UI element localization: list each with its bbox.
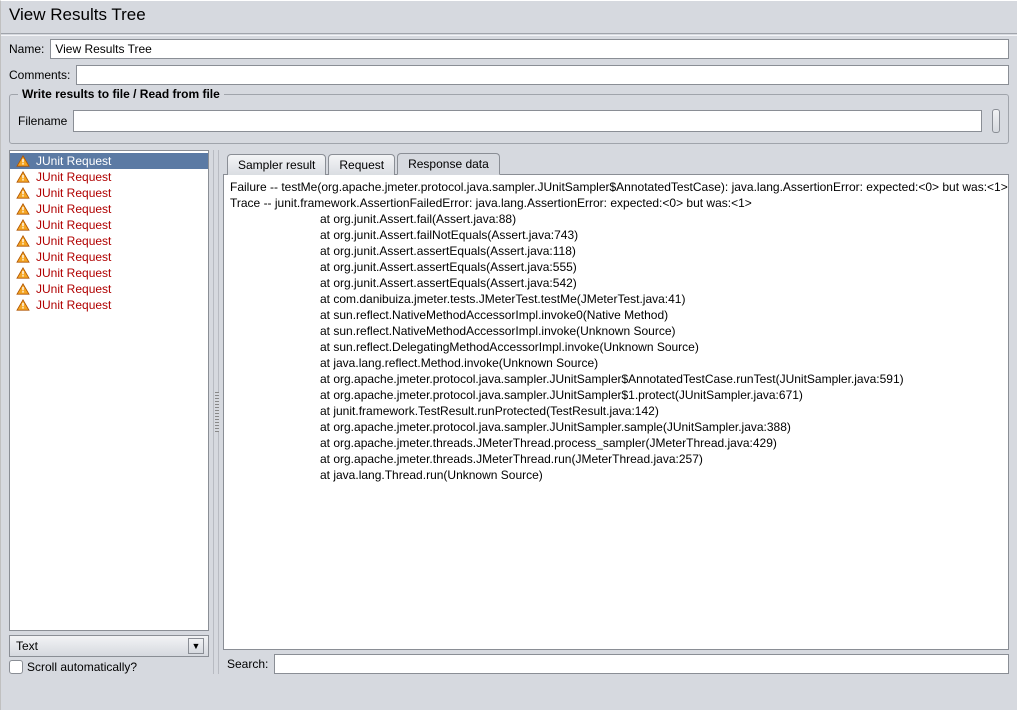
chevron-down-icon: ▼ — [188, 638, 204, 654]
name-input[interactable] — [50, 39, 1009, 59]
comments-input[interactable] — [76, 65, 1009, 85]
stack-trace-line: at org.junit.Assert.fail(Assert.java:88) — [230, 211, 1002, 227]
tree-item-label: JUnit Request — [36, 154, 111, 168]
scroll-auto-row[interactable]: Scroll automatically? — [9, 660, 209, 674]
tab-request[interactable]: Request — [328, 154, 395, 175]
renderer-combo[interactable]: Text ▼ — [9, 635, 209, 657]
tree-item-label: JUnit Request — [36, 186, 111, 200]
tree-item[interactable]: JUnit Request — [10, 281, 208, 297]
tree-item[interactable]: JUnit Request — [10, 249, 208, 265]
tree-item[interactable]: JUnit Request — [10, 201, 208, 217]
name-label: Name: — [9, 42, 44, 56]
stack-trace-line: at sun.reflect.NativeMethodAccessorImpl.… — [230, 307, 1002, 323]
comments-label: Comments: — [9, 68, 70, 82]
warning-icon — [16, 235, 30, 247]
results-tree[interactable]: JUnit Request JUnit Request JUnit Request J… — [9, 150, 209, 631]
file-section-legend: Write results to file / Read from file — [18, 87, 224, 101]
warning-icon — [16, 203, 30, 215]
renderer-value: Text — [16, 639, 38, 653]
warning-icon — [16, 171, 30, 183]
tree-item[interactable]: JUnit Request — [10, 265, 208, 281]
stack-trace-line: at org.apache.jmeter.protocol.java.sampl… — [230, 371, 1002, 387]
warning-icon — [16, 251, 30, 263]
stack-trace-line: at junit.framework.TestResult.runProtect… — [230, 403, 1002, 419]
search-input[interactable] — [274, 654, 1009, 674]
tree-item-label: JUnit Request — [36, 298, 111, 312]
tree-item-label: JUnit Request — [36, 202, 111, 216]
tree-item[interactable]: JUnit Request — [10, 169, 208, 185]
tab-response-data[interactable]: Response data — [397, 153, 500, 175]
browse-button[interactable] — [992, 109, 1000, 133]
result-tabs: Sampler resultRequestResponse data — [223, 150, 1009, 174]
stack-trace-line: at org.junit.Assert.assertEquals(Assert.… — [230, 243, 1002, 259]
filename-label: Filename — [18, 114, 67, 128]
warning-icon — [16, 155, 30, 167]
file-section: Write results to file / Read from file F… — [9, 94, 1009, 144]
tree-item-label: JUnit Request — [36, 266, 111, 280]
stack-trace-line: at org.junit.Assert.assertEquals(Assert.… — [230, 275, 1002, 291]
stack-trace-line: at org.apache.jmeter.threads.JMeterThrea… — [230, 451, 1002, 467]
stack-trace-line: at org.apache.jmeter.protocol.java.sampl… — [230, 419, 1002, 435]
stack-trace-line: at org.junit.Assert.failNotEquals(Assert… — [230, 227, 1002, 243]
tree-item[interactable]: JUnit Request — [10, 153, 208, 169]
name-row: Name: — [1, 36, 1017, 62]
stack-trace-line: at org.apache.jmeter.protocol.java.sampl… — [230, 387, 1002, 403]
stack-trace-line: at java.lang.reflect.Method.invoke(Unkno… — [230, 355, 1002, 371]
stack-trace-line: at java.lang.Thread.run(Unknown Source) — [230, 467, 1002, 483]
warning-icon — [16, 283, 30, 295]
tab-sampler-result[interactable]: Sampler result — [227, 154, 326, 175]
stack-trace-line: at sun.reflect.NativeMethodAccessorImpl.… — [230, 323, 1002, 339]
warning-icon — [16, 219, 30, 231]
response-data-body[interactable]: Failure -- testMe(org.apache.jmeter.prot… — [223, 174, 1009, 650]
tree-item-label: JUnit Request — [36, 218, 111, 232]
response-line: Trace -- junit.framework.AssertionFailed… — [230, 195, 1002, 211]
stack-trace-line: at sun.reflect.DelegatingMethodAccessorI… — [230, 339, 1002, 355]
tree-item-label: JUnit Request — [36, 234, 111, 248]
comments-row: Comments: — [1, 62, 1017, 88]
tree-item[interactable]: JUnit Request — [10, 297, 208, 313]
tree-item-label: JUnit Request — [36, 170, 111, 184]
tree-item[interactable]: JUnit Request — [10, 185, 208, 201]
warning-icon — [16, 267, 30, 279]
stack-trace-line: at org.apache.jmeter.threads.JMeterThrea… — [230, 435, 1002, 451]
scroll-auto-label: Scroll automatically? — [27, 660, 137, 674]
view-results-tree-panel: View Results Tree Name: Comments: Write … — [0, 0, 1017, 710]
filename-input[interactable] — [73, 110, 982, 132]
tree-item[interactable]: JUnit Request — [10, 217, 208, 233]
tree-item[interactable]: JUnit Request — [10, 233, 208, 249]
tree-item-label: JUnit Request — [36, 282, 111, 296]
scroll-auto-checkbox[interactable] — [9, 660, 23, 674]
stack-trace-line: at org.junit.Assert.assertEquals(Assert.… — [230, 259, 1002, 275]
stack-trace-line: at com.danibuiza.jmeter.tests.JMeterTest… — [230, 291, 1002, 307]
tree-item-label: JUnit Request — [36, 250, 111, 264]
splitter[interactable] — [213, 150, 219, 674]
panel-title: View Results Tree — [1, 1, 1017, 34]
warning-icon — [16, 187, 30, 199]
search-label: Search: — [227, 657, 268, 671]
warning-icon — [16, 299, 30, 311]
response-line: Failure -- testMe(org.apache.jmeter.prot… — [230, 179, 1002, 195]
